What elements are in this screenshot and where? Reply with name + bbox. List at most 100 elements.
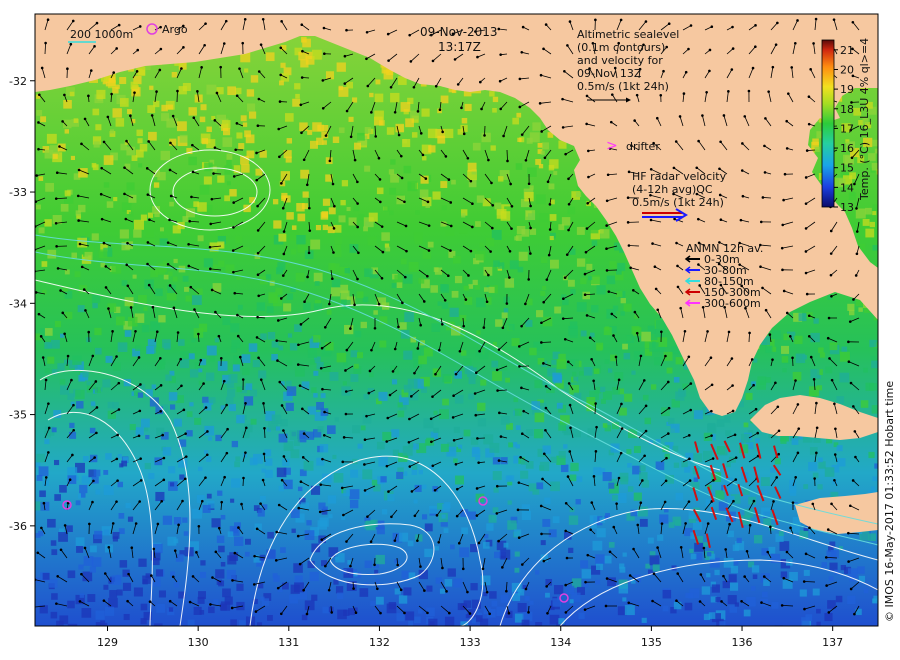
sst-pixel: [391, 379, 398, 385]
velocity-vector-head: [204, 22, 207, 25]
sst-pixel: [441, 302, 449, 309]
velocity-vector-head: [259, 378, 263, 381]
velocity-vector-head: [147, 283, 151, 287]
velocity-vector-head: [497, 459, 501, 462]
velocity-vector-head: [413, 514, 417, 518]
sst-pixel: [122, 582, 132, 591]
sst-pixel: [548, 183, 555, 190]
sst-pixel: [442, 398, 449, 406]
velocity-vector-head: [189, 285, 193, 289]
sst-pixel: [41, 261, 48, 267]
sst-pixel: [236, 414, 245, 424]
velocity-vector-head: [632, 547, 635, 551]
sst-pixel: [641, 617, 647, 623]
velocity-vector-head: [826, 336, 830, 340]
sst-pixel: [287, 333, 293, 338]
sst-pixel: [620, 297, 626, 304]
velocity-vector-head: [200, 499, 204, 503]
sst-pixel: [585, 257, 590, 263]
sst-pixel: [282, 582, 289, 590]
sst-pixel: [434, 546, 440, 551]
velocity-vector-head: [262, 452, 266, 456]
velocity-vector-head: [138, 500, 141, 503]
velocity-vector-head: [561, 97, 564, 101]
velocity-vector-head: [772, 500, 775, 503]
sst-pixel: [344, 267, 350, 274]
velocity-vector-head: [507, 611, 511, 615]
sst-pixel: [69, 431, 77, 439]
sst-pixel: [283, 303, 292, 312]
sst-pixel: [235, 456, 241, 462]
velocity-vector-head: [743, 115, 747, 118]
sst-pixel: [501, 312, 508, 319]
sst-pixel: [390, 159, 396, 165]
velocity-vector-head: [171, 575, 175, 579]
sst-pixel: [247, 103, 256, 112]
sst-pixel: [265, 52, 275, 62]
sst-pixel: [329, 372, 339, 381]
sst-pixel: [349, 499, 359, 509]
sst-pixel: [791, 438, 799, 445]
sst-pixel: [264, 469, 273, 478]
velocity-vector-head: [256, 273, 260, 277]
velocity-vector-head: [222, 379, 226, 383]
sst-pixel: [53, 459, 60, 466]
sst-pixel: [302, 38, 311, 48]
sst-pixel: [440, 95, 449, 104]
sst-pixel: [376, 526, 385, 535]
velocity-vector-head: [583, 608, 587, 611]
sst-pixel: [592, 540, 603, 551]
map-date: 09-Nov-2013: [420, 25, 498, 39]
sst-pixel: [280, 171, 290, 181]
velocity-vector-head: [202, 382, 205, 385]
velocity-vector-head: [620, 427, 624, 430]
sst-pixel: [46, 133, 57, 144]
velocity-vector-head: [687, 355, 691, 359]
velocity-vector-head: [767, 90, 770, 93]
sst-pixel: [367, 236, 377, 246]
velocity-vector-head: [750, 358, 754, 361]
sst-pixel: [475, 251, 486, 261]
velocity-vector-head: [708, 69, 711, 73]
sst-pixel: [655, 461, 665, 471]
sst-pixel: [177, 121, 187, 132]
sst-pixel: [500, 415, 510, 425]
velocity-vector-head: [748, 523, 752, 527]
sst-pixel: [313, 272, 323, 282]
velocity-vector-head: [460, 106, 463, 110]
sst-pixel: [151, 577, 161, 587]
velocity-vector-head: [56, 574, 59, 578]
sst-pixel: [322, 224, 329, 231]
colorbar-tick-label: 19: [840, 83, 854, 96]
sst-pixel: [702, 450, 713, 461]
velocity-vector-head: [506, 159, 509, 163]
velocity-vector-head: [855, 252, 859, 256]
velocity-vector-head: [474, 371, 478, 375]
sst-pixel: [242, 367, 250, 376]
sst-pixel: [413, 232, 423, 241]
velocity-vector-head: [830, 378, 834, 382]
velocity-vector-head: [405, 249, 408, 253]
velocity-vector-head: [851, 20, 855, 24]
velocity-vector-head: [95, 406, 99, 409]
sst-pixel: [810, 369, 820, 379]
sst-pixel: [315, 225, 322, 231]
sst-pixel: [810, 332, 820, 343]
sst-pixel: [36, 475, 43, 481]
velocity-vector-head: [331, 182, 335, 186]
sst-pixel: [428, 145, 436, 153]
sst-pixel: [703, 542, 708, 547]
sst-pixel: [529, 185, 534, 190]
sst-pixel: [821, 562, 828, 568]
velocity-vector-head: [539, 73, 543, 77]
sst-pixel: [755, 438, 760, 443]
velocity-vector-head: [300, 23, 304, 27]
velocity-vector-head: [854, 455, 857, 459]
velocity-vector-head: [763, 171, 767, 174]
sst-pixel: [64, 129, 70, 134]
sst-pixel: [534, 412, 545, 423]
velocity-vector-head: [678, 115, 682, 118]
sst-pixel: [204, 162, 213, 172]
sst-pixel: [217, 361, 228, 371]
y-tick-label: -36: [9, 520, 27, 533]
